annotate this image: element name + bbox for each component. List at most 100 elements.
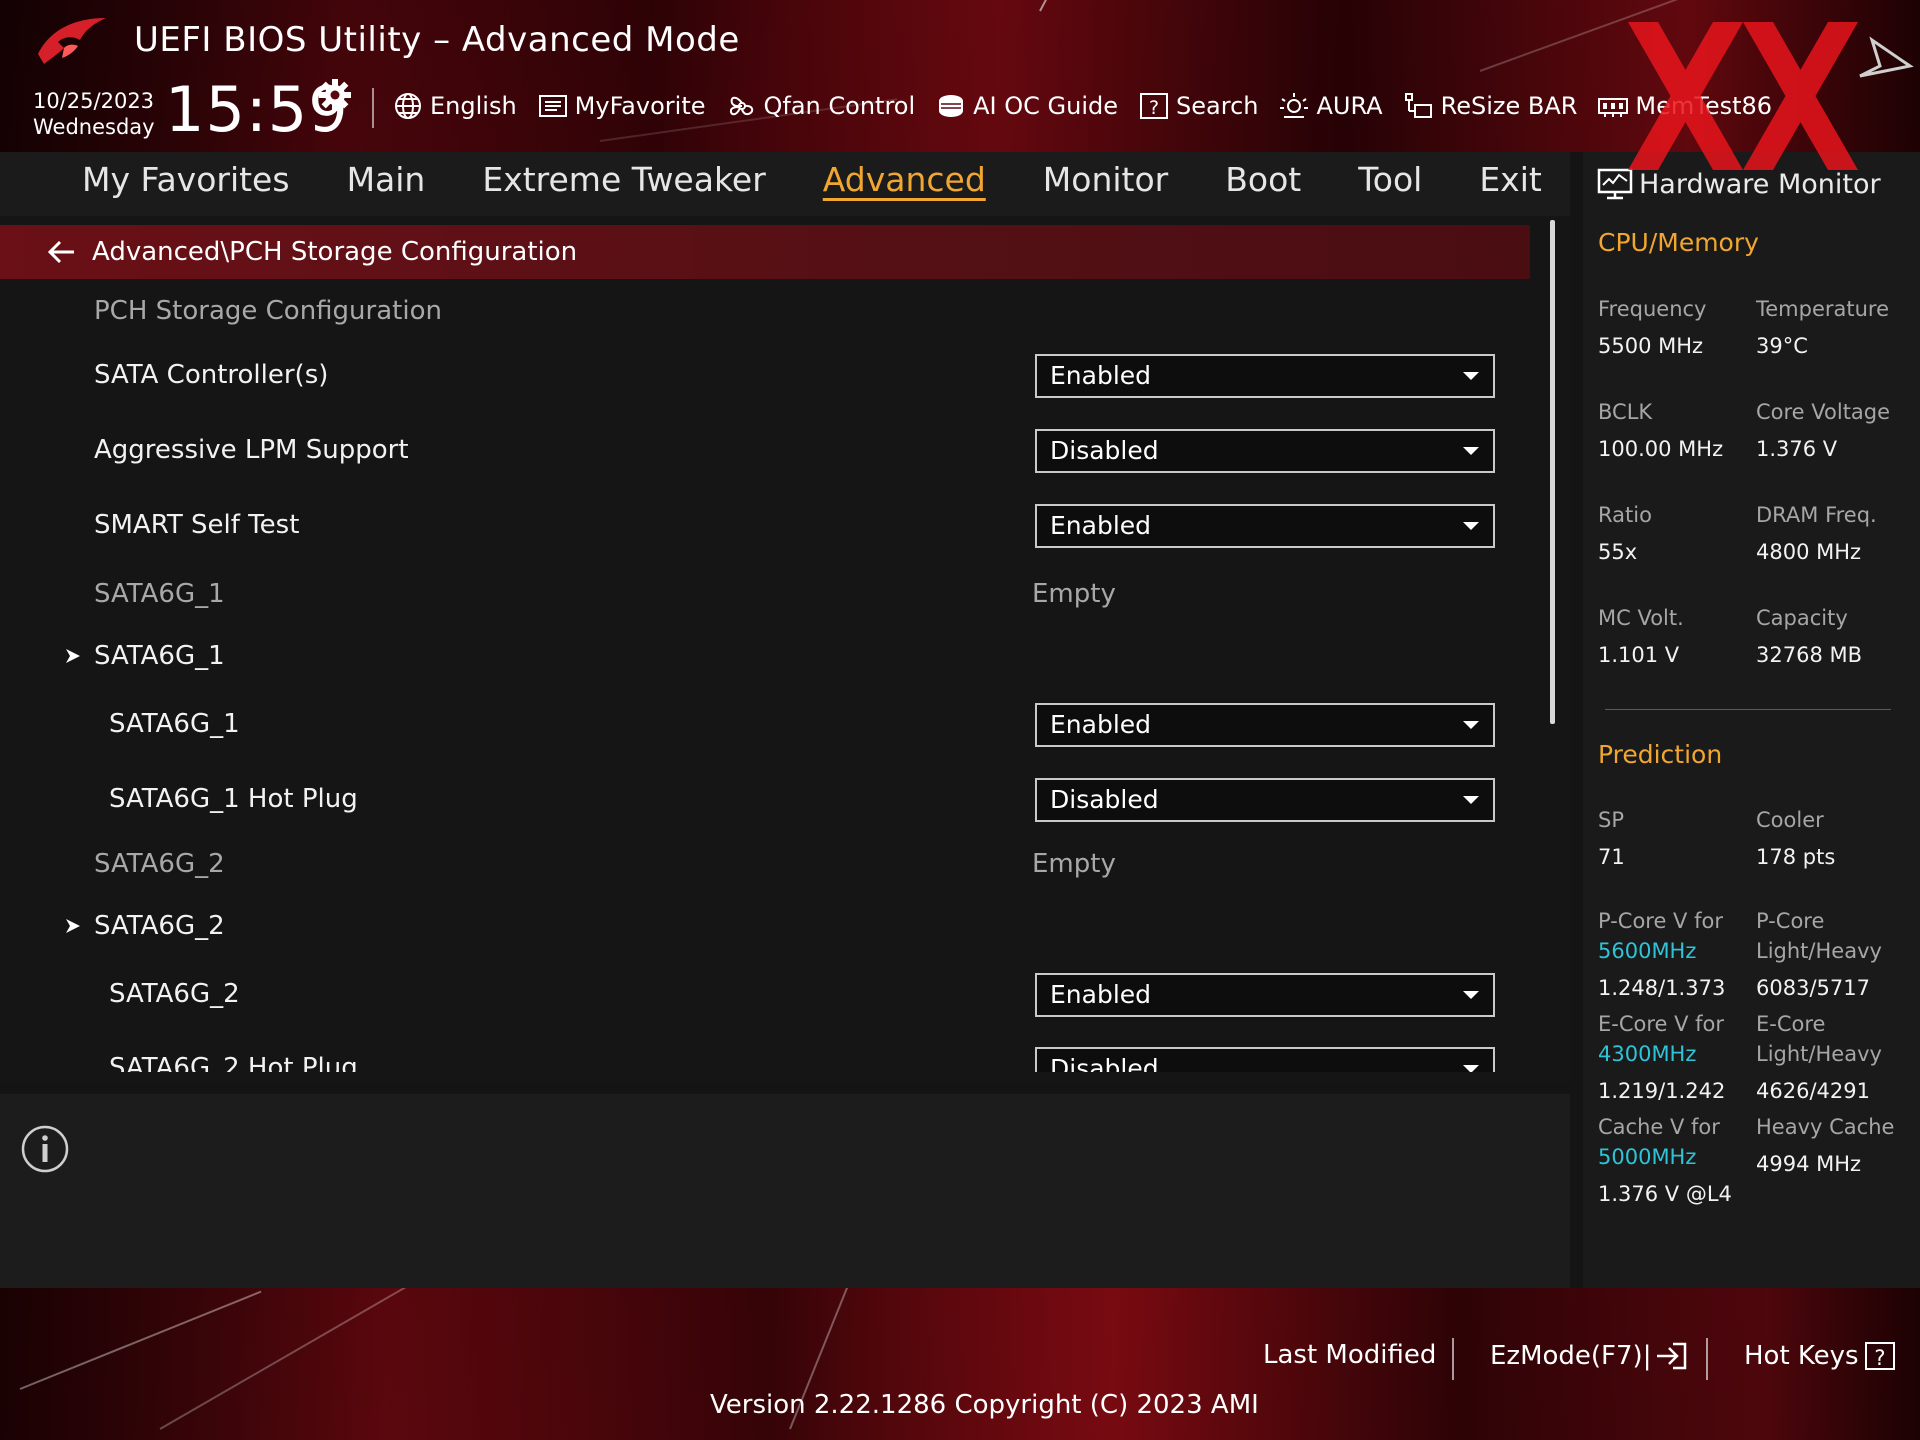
- tab-extreme-tweaker[interactable]: Extreme Tweaker: [482, 152, 765, 216]
- chevron-down-icon: [1463, 721, 1479, 729]
- hw-sp: SP 71: [1598, 805, 1625, 872]
- chevron-down-icon: [1463, 796, 1479, 804]
- ai-chip-icon: [939, 95, 964, 117]
- help-question-icon: ?: [1140, 93, 1169, 119]
- setting-row-sata6g-2-port[interactable]: SATA6G_2 Enabled: [0, 964, 1540, 1024]
- chevron-right-icon: [66, 919, 80, 933]
- port-label: SATA6G_1: [94, 579, 225, 609]
- setting-row-sata6g-2-hot-plug[interactable]: SATA6G_2 Hot Plug Disabled: [0, 1038, 1540, 1072]
- footer-bar: Last Modified EzMode(F7)| Hot Keys ? Ver…: [0, 1288, 1920, 1440]
- toolbar-ai-oc-guide-label: AI OC Guide: [973, 92, 1119, 120]
- sata6g-2-port-dropdown[interactable]: Enabled: [1035, 973, 1495, 1017]
- port-label: SATA6G_2: [94, 849, 225, 879]
- toolbar-resize-bar[interactable]: ReSize BAR: [1403, 91, 1578, 121]
- hw-value: 100.00 MHz: [1598, 437, 1724, 461]
- scrollbar[interactable]: [1550, 220, 1555, 724]
- gear-icon[interactable]: [318, 78, 352, 112]
- hw-value: 39°C: [1756, 334, 1808, 358]
- tab-monitor[interactable]: Monitor: [1043, 152, 1168, 216]
- prediction-title: Prediction: [1598, 740, 1723, 769]
- chevron-right-icon: [66, 649, 80, 663]
- sata6g-1-port-dropdown[interactable]: Enabled: [1035, 703, 1495, 747]
- hw-value: 55x: [1598, 540, 1638, 564]
- tab-my-favorites[interactable]: My Favorites: [82, 152, 290, 216]
- aggressive-lpm-dropdown[interactable]: Disabled: [1035, 429, 1495, 473]
- chevron-down-icon: [1463, 1065, 1479, 1072]
- hw-value: 1.248/1.373: [1598, 976, 1726, 1000]
- tab-boot[interactable]: Boot: [1225, 152, 1301, 216]
- setting-row-sata6g-1-hot-plug[interactable]: SATA6G_1 Hot Plug Disabled: [0, 769, 1540, 829]
- dropdown-value: Disabled: [1050, 1054, 1159, 1072]
- setting-row-sata-controllers[interactable]: SATA Controller(s) Enabled: [0, 345, 1540, 405]
- hw-value: 1.219/1.242: [1598, 1079, 1726, 1103]
- toolbar-aura-label: AURA: [1316, 92, 1383, 120]
- ezmode-label: EzMode(F7)|: [1490, 1341, 1652, 1371]
- sata6g-2-hot-plug-dropdown[interactable]: Disabled: [1035, 1047, 1495, 1072]
- date-display: 10/25/2023 Wednesday: [33, 88, 155, 140]
- hw-value: 1.101 V: [1598, 643, 1680, 667]
- submenu-sata6g-2[interactable]: SATA6G_2: [0, 896, 1540, 956]
- toolbar-search[interactable]: ? Search: [1138, 91, 1258, 121]
- setting-row-sata6g-1-port[interactable]: SATA6G_1 Enabled: [0, 694, 1540, 754]
- tab-list: My Favorites Main Extreme Tweaker Advanc…: [82, 152, 1599, 216]
- submenu-sata6g-1[interactable]: SATA6G_1: [0, 626, 1540, 686]
- hw-dram-freq: DRAM Freq. 4800 MHz: [1756, 500, 1877, 567]
- hw-label: P-Core: [1756, 909, 1825, 933]
- hw-freq-highlight: 5600MHz: [1598, 939, 1697, 963]
- setting-row-smart-self-test[interactable]: SMART Self Test Enabled: [0, 495, 1540, 555]
- footer-separator: [1706, 1338, 1708, 1380]
- submenu-label: SATA6G_1: [94, 641, 225, 671]
- last-modified-button[interactable]: Last Modified: [1263, 1340, 1436, 1370]
- hw-label: Capacity: [1756, 606, 1848, 630]
- ezmode-button[interactable]: EzMode(F7)|: [1490, 1340, 1689, 1372]
- hw-label: Cooler: [1756, 808, 1824, 832]
- sata-controllers-dropdown[interactable]: Enabled: [1035, 354, 1495, 398]
- footer-streak: [19, 1290, 262, 1390]
- footer-separator: [1452, 1338, 1454, 1380]
- header-separator: [372, 88, 374, 128]
- toolbar-aura[interactable]: AURA: [1278, 91, 1383, 121]
- tab-main[interactable]: Main: [347, 152, 426, 216]
- hw-label: Light/Heavy: [1756, 939, 1882, 963]
- hw-heavy-cache: Heavy Cache 4994 MHz: [1756, 1112, 1894, 1179]
- hw-frequency: Frequency 5500 MHz: [1598, 294, 1707, 361]
- header-streak: [1039, 0, 1126, 12]
- toolbar-english-label: English: [430, 92, 517, 120]
- hw-label: Light/Heavy: [1756, 1042, 1882, 1066]
- dropdown-value: Disabled: [1050, 436, 1159, 465]
- smart-self-test-dropdown[interactable]: Enabled: [1035, 504, 1495, 548]
- hw-value: 5500 MHz: [1598, 334, 1704, 358]
- header-toolbar: English MyFavorite Qfan Control AI OC Gu…: [392, 86, 1792, 126]
- hw-value: 32768 MB: [1756, 643, 1863, 667]
- globe-icon: [395, 93, 421, 119]
- chevron-down-icon: [1463, 991, 1479, 999]
- sata6g-1-hot-plug-dropdown[interactable]: Disabled: [1035, 778, 1495, 822]
- setting-label: SATA6G_1: [109, 709, 240, 739]
- toolbar-myfavorite[interactable]: MyFavorite: [537, 91, 706, 121]
- cursor-arrow-icon: [1859, 36, 1914, 78]
- setting-label: Aggressive LPM Support: [94, 435, 409, 465]
- toolbar-qfan-control[interactable]: Qfan Control: [726, 91, 915, 121]
- dropdown-value: Enabled: [1050, 980, 1152, 1009]
- tab-advanced[interactable]: Advanced: [823, 152, 986, 216]
- dropdown-value: Enabled: [1050, 511, 1152, 540]
- tab-exit[interactable]: Exit: [1479, 152, 1542, 216]
- toolbar-myfavorite-label: MyFavorite: [574, 92, 706, 120]
- hw-pcore-light-heavy: P-Core Light/Heavy 6083/5717: [1756, 906, 1882, 1003]
- tab-tool[interactable]: Tool: [1358, 152, 1422, 216]
- hw-core-voltage: Core Voltage 1.376 V: [1756, 397, 1890, 464]
- hw-label: BCLK: [1598, 400, 1653, 424]
- hw-label: E-Core V for: [1598, 1012, 1725, 1036]
- hw-value: 4800 MHz: [1756, 540, 1862, 564]
- memory-icon: [1598, 98, 1629, 117]
- footer-streak: [159, 1288, 421, 1430]
- weekday-text: Wednesday: [33, 115, 155, 139]
- setting-row-aggressive-lpm[interactable]: Aggressive LPM Support Disabled: [0, 420, 1540, 480]
- hot-keys-button[interactable]: Hot Keys ?: [1744, 1340, 1897, 1372]
- hw-value: 1.376 V: [1756, 437, 1838, 461]
- hw-label: Heavy Cache: [1756, 1115, 1895, 1139]
- toolbar-ai-oc-guide[interactable]: AI OC Guide: [935, 91, 1118, 121]
- toolbar-search-label: Search: [1176, 92, 1259, 120]
- toolbar-resize-bar-label: ReSize BAR: [1440, 92, 1578, 120]
- toolbar-english[interactable]: English: [392, 91, 517, 121]
